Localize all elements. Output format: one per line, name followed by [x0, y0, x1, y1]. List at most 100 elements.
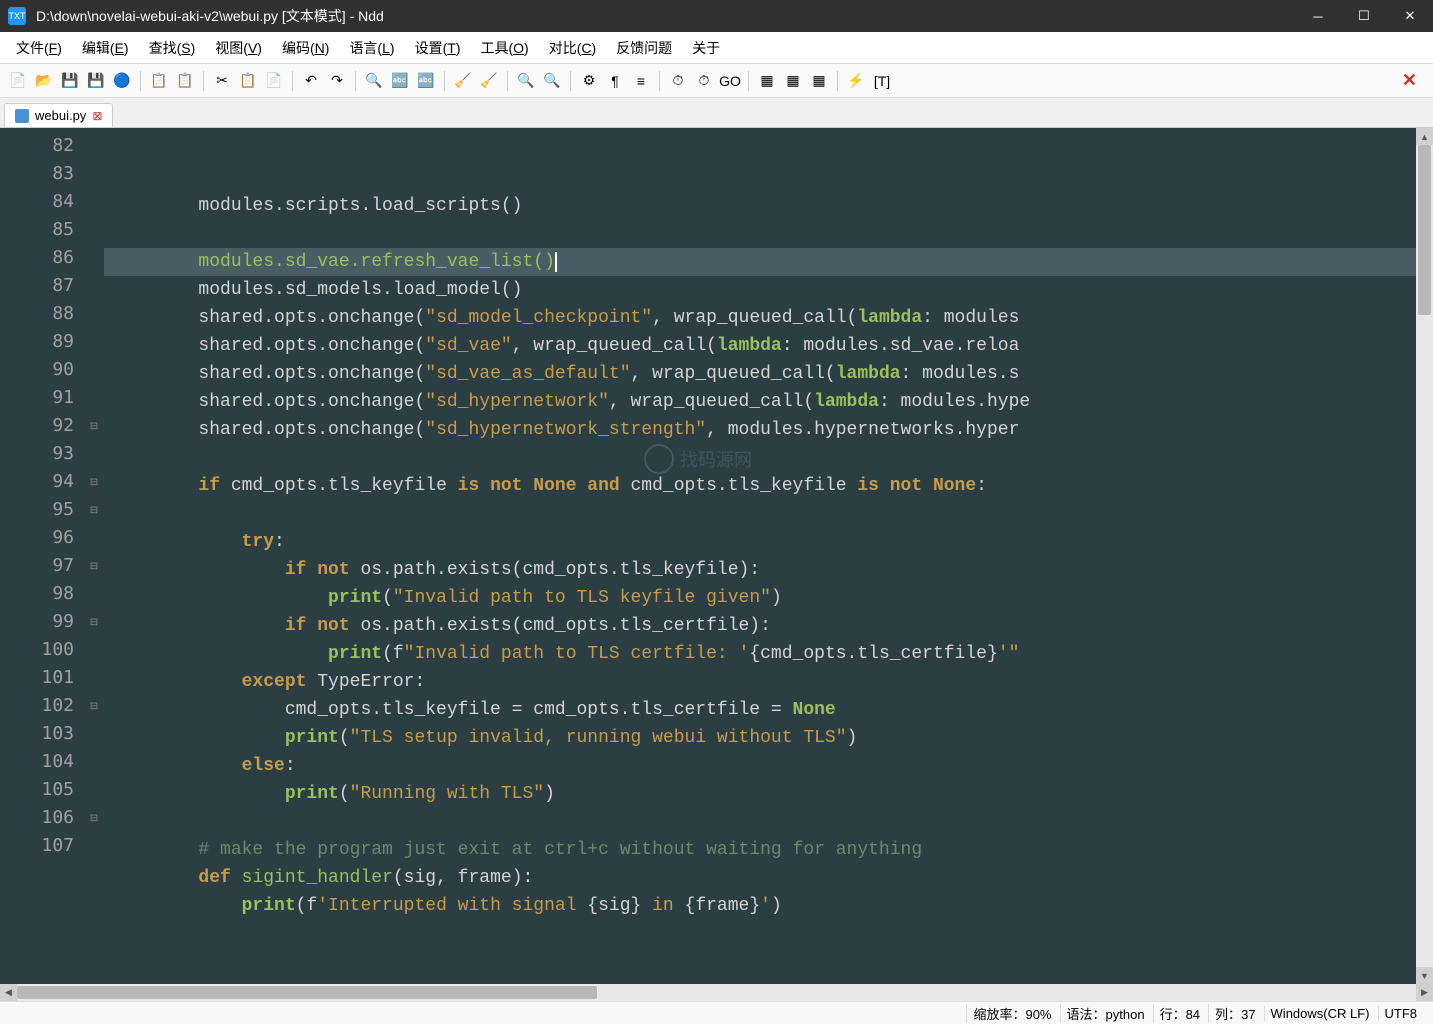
vscroll-thumb[interactable]	[1418, 145, 1431, 315]
toolbar-separator	[748, 71, 749, 91]
menu-item-10[interactable]: 关于	[682, 34, 730, 62]
menu-item-2[interactable]: 查找(S)	[139, 34, 206, 62]
scroll-down-icon[interactable]: ▼	[1416, 967, 1433, 984]
code-line[interactable]: try:	[104, 528, 1416, 556]
hscroll-thumb[interactable]	[17, 986, 597, 999]
menu-item-1[interactable]: 编辑(E)	[72, 34, 139, 62]
code-line[interactable]: # make the program just exit at ctrl+c w…	[104, 836, 1416, 864]
toolbar-button-32[interactable]: GO	[718, 69, 742, 93]
menu-item-7[interactable]: 工具(O)	[470, 34, 538, 62]
menu-item-6[interactable]: 设置(T)	[405, 34, 471, 62]
scroll-left-icon[interactable]: ◀	[0, 984, 17, 1001]
code-line[interactable]: print("Running with TLS")	[104, 780, 1416, 808]
toolbar-button-34[interactable]: ▦	[755, 69, 779, 93]
line-number: 91	[0, 384, 84, 412]
toolbar-close-icon[interactable]: ✕	[1392, 70, 1427, 91]
toolbar-button-39[interactable]: [T]	[870, 69, 894, 93]
toolbar-button-17[interactable]: 🔤	[388, 69, 412, 93]
maximize-button[interactable]: ☐	[1341, 0, 1387, 32]
code-line[interactable]: shared.opts.onchange("sd_vae", wrap_queu…	[104, 332, 1416, 360]
code-line[interactable]: print(f"Invalid path to TLS certfile: '{…	[104, 640, 1416, 668]
code-line[interactable]: cmd_opts.tls_keyfile = cmd_opts.tls_cert…	[104, 696, 1416, 724]
menu-item-9[interactable]: 反馈问题	[606, 34, 682, 62]
toolbar-button-26[interactable]: ⚙	[577, 69, 601, 93]
menu-item-8[interactable]: 对比(C)	[539, 34, 606, 62]
code-line[interactable]	[104, 220, 1416, 248]
toolbar-button-13[interactable]: ↶	[299, 69, 323, 93]
code-line[interactable]: def sigint_handler(sig, frame):	[104, 864, 1416, 892]
toolbar-button-35[interactable]: ▦	[781, 69, 805, 93]
menu-item-4[interactable]: 编码(N)	[272, 34, 339, 62]
toolbar-button-16[interactable]: 🔍	[362, 69, 386, 93]
scroll-right-icon[interactable]: ▶	[1416, 984, 1433, 1001]
code-line[interactable]: shared.opts.onchange("sd_vae_as_default"…	[104, 360, 1416, 388]
fold-marker	[84, 776, 104, 804]
toolbar-button-3[interactable]: 💾	[84, 69, 108, 93]
toolbar-button-31[interactable]: ⏱	[692, 69, 716, 93]
code-line[interactable]	[104, 500, 1416, 528]
code-line[interactable]: else:	[104, 752, 1416, 780]
close-button[interactable]: ✕	[1387, 0, 1433, 32]
toolbar-button-0[interactable]: 📄	[6, 69, 30, 93]
code-line[interactable]: modules.scripts.load_scripts()	[104, 192, 1416, 220]
fold-marker[interactable]: ⊟	[84, 468, 104, 496]
fold-marker[interactable]: ⊟	[84, 496, 104, 524]
fold-marker[interactable]: ⊟	[84, 412, 104, 440]
code-line[interactable]: shared.opts.onchange("sd_hypernetwork_st…	[104, 416, 1416, 444]
toolbar-button-2[interactable]: 💾	[58, 69, 82, 93]
horizontal-scrollbar[interactable]: ◀ ▶	[0, 984, 1433, 1001]
fold-marker[interactable]: ⊟	[84, 608, 104, 636]
toolbar-button-38[interactable]: ⚡	[844, 69, 868, 93]
toolbar-button-23[interactable]: 🔍	[514, 69, 538, 93]
toolbar-button-30[interactable]: ⏱	[666, 69, 690, 93]
fold-marker[interactable]: ⊟	[84, 552, 104, 580]
tab-webui-py[interactable]: webui.py ⊠	[4, 103, 113, 127]
code-line[interactable]: shared.opts.onchange("sd_hypernetwork", …	[104, 388, 1416, 416]
toolbar-button-10[interactable]: 📋	[236, 69, 260, 93]
toolbar-button-28[interactable]: ≡	[629, 69, 653, 93]
toolbar-button-20[interactable]: 🧹	[451, 69, 475, 93]
menu-item-0[interactable]: 文件(F)	[6, 34, 72, 62]
minimize-button[interactable]: ─	[1295, 0, 1341, 32]
fold-marker[interactable]: ⊟	[84, 804, 104, 832]
line-number: 85	[0, 216, 84, 244]
toolbar-button-7[interactable]: 📋	[173, 69, 197, 93]
fold-marker	[84, 356, 104, 384]
toolbar-button-4[interactable]: 🔵	[110, 69, 134, 93]
code-line[interactable]: print(f'Interrupted with signal {sig} in…	[104, 892, 1416, 920]
fold-marker	[84, 160, 104, 188]
code-line[interactable]: print("TLS setup invalid, running webui …	[104, 724, 1416, 752]
tab-close-icon[interactable]: ⊠	[92, 109, 102, 123]
toolbar-button-36[interactable]: ▦	[807, 69, 831, 93]
code-line[interactable]	[104, 808, 1416, 836]
toolbar-button-21[interactable]: 🧹	[477, 69, 501, 93]
code-line[interactable]: if not os.path.exists(cmd_opts.tls_keyfi…	[104, 556, 1416, 584]
line-number: 102	[0, 692, 84, 720]
fold-marker[interactable]: ⊟	[84, 692, 104, 720]
scroll-up-icon[interactable]: ▲	[1416, 128, 1433, 145]
code-line[interactable]: modules.sd_vae.refresh_vae_list()	[104, 248, 1416, 276]
hscroll-track[interactable]	[17, 984, 1416, 1001]
code-line[interactable]: modules.sd_models.load_model()	[104, 276, 1416, 304]
code-line[interactable]: if cmd_opts.tls_keyfile is not None and …	[104, 472, 1416, 500]
code-line[interactable]	[104, 444, 1416, 472]
toolbar-button-18[interactable]: 🔤	[414, 69, 438, 93]
menu-item-3[interactable]: 视图(V)	[205, 34, 272, 62]
toolbar-button-1[interactable]: 📂	[32, 69, 56, 93]
code-line[interactable]: except TypeError:	[104, 668, 1416, 696]
code-line[interactable]: if not os.path.exists(cmd_opts.tls_certf…	[104, 612, 1416, 640]
toolbar-button-9[interactable]: ✂	[210, 69, 234, 93]
toolbar-button-27[interactable]: ¶	[603, 69, 627, 93]
line-number: 82	[0, 132, 84, 160]
vertical-scrollbar[interactable]: ▲ ▼	[1416, 128, 1433, 984]
code-line[interactable]: shared.opts.onchange("sd_model_checkpoin…	[104, 304, 1416, 332]
code-line[interactable]: print("Invalid path to TLS keyfile given…	[104, 584, 1416, 612]
toolbar-button-14[interactable]: ↷	[325, 69, 349, 93]
toolbar-button-11[interactable]: 📄	[262, 69, 286, 93]
vscroll-track[interactable]	[1416, 145, 1433, 967]
line-number: 89	[0, 328, 84, 356]
toolbar-button-6[interactable]: 📋	[147, 69, 171, 93]
toolbar-button-24[interactable]: 🔍	[540, 69, 564, 93]
menu-item-5[interactable]: 语言(L)	[339, 34, 404, 62]
code-editor[interactable]: 找码源网 modules.scripts.load_scripts() modu…	[104, 128, 1416, 984]
